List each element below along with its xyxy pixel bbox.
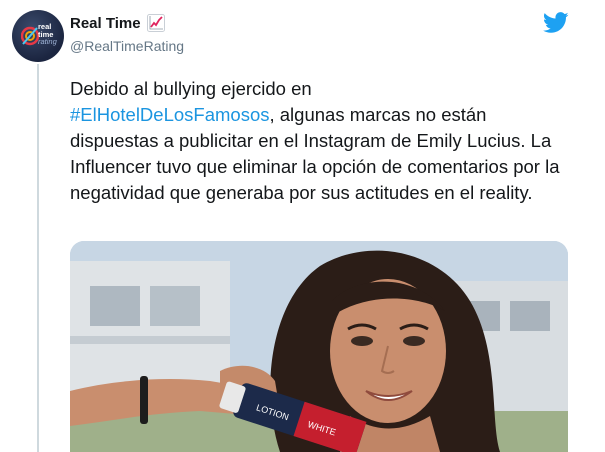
avatar-logo-line3: rating — [38, 37, 57, 46]
avatar[interactable]: real time rating — [12, 10, 64, 62]
real-time-logo-icon — [21, 26, 39, 46]
author-handle[interactable]: @RealTimeRating — [70, 38, 184, 54]
photo-illustration: LOTION WHITE — [70, 241, 568, 452]
thread-line — [37, 64, 39, 452]
twitter-bird-icon[interactable] — [543, 12, 569, 34]
tweet-text: Debido al bullying ejercido en #ElHotelDe… — [70, 76, 575, 206]
author-name-row[interactable]: Real Time — [70, 14, 165, 32]
tweet-text-line1: Debido al bullying ejercido en — [70, 78, 312, 99]
hashtag-link[interactable]: #ElHotelDeLosFamosos — [70, 104, 269, 125]
avatar-logo-text: real time rating — [38, 23, 57, 46]
tweet-media-photo[interactable]: LOTION WHITE — [70, 241, 568, 452]
chart-increasing-icon — [146, 14, 165, 32]
display-name[interactable]: Real Time — [70, 15, 141, 32]
tweet-card: real time rating Real Time @RealTimeRati… — [0, 0, 605, 452]
